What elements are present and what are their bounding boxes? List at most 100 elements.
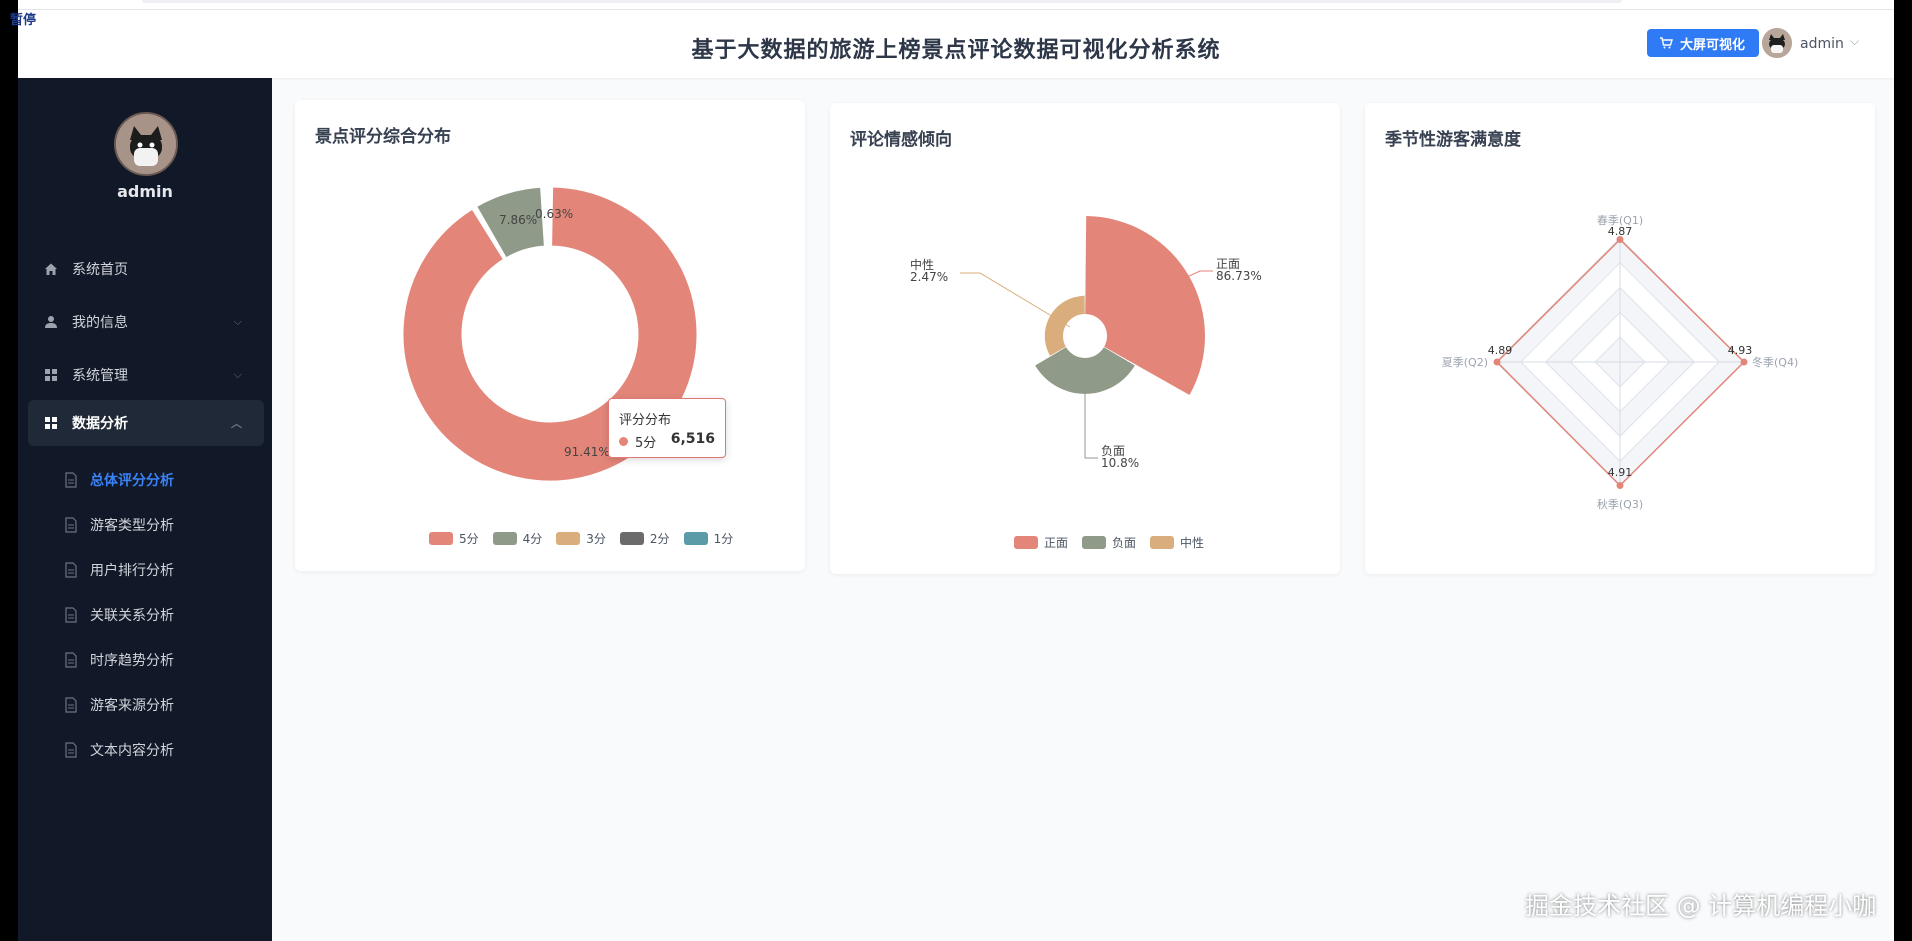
legend-label: 中性 bbox=[1180, 536, 1205, 550]
legend-item[interactable]: 负面 bbox=[1082, 534, 1136, 551]
document-icon bbox=[65, 652, 77, 668]
rating-donut-chart: 91.41% 7.86%0.63% bbox=[402, 186, 698, 482]
legend-item[interactable]: 4分 bbox=[492, 530, 543, 547]
cart-icon bbox=[1660, 37, 1673, 49]
legend-item[interactable]: 5分 bbox=[429, 530, 479, 547]
document-icon bbox=[65, 607, 77, 623]
sidebar-subitem-time-trend[interactable]: 时序趋势分析 bbox=[28, 642, 264, 678]
chevron-down-icon[interactable]: ⌵ bbox=[1850, 34, 1859, 49]
data-label: 86.73% bbox=[1216, 269, 1262, 283]
chart-legend: 正面 负面 中性 bbox=[1014, 534, 1204, 551]
data-label: 4.87 bbox=[1608, 225, 1633, 238]
legend-swatch bbox=[492, 532, 517, 545]
page-title: 基于大数据的旅游上榜景点评论数据可视化分析系统 bbox=[691, 38, 1221, 63]
legend-item[interactable]: 1分 bbox=[683, 530, 734, 547]
legend-swatch bbox=[619, 532, 644, 545]
data-label: 10.8% bbox=[1101, 456, 1139, 470]
sidebar-subitem-correlation[interactable]: 关联关系分析 bbox=[28, 597, 264, 633]
data-label: 2.47% bbox=[910, 270, 948, 284]
label-leader-line bbox=[1084, 389, 1098, 459]
legend-swatch bbox=[1082, 536, 1107, 549]
avatar[interactable] bbox=[1762, 28, 1792, 58]
browser-top-strip bbox=[18, 0, 1894, 10]
seasonal-satisfaction-card: 季节性游客满意度 春季(Q1) 4.87 冬季(Q4) 4.93 秋季(Q3) 4.91 夏… bbox=[1365, 103, 1875, 574]
chart-tooltip: 评分分布 5分 6,516 bbox=[608, 398, 726, 458]
sidebar-subitem-label: 游客类型分析 bbox=[90, 518, 174, 534]
document-icon bbox=[65, 517, 77, 533]
bigscreen-button[interactable]: 大屏可视化 bbox=[1647, 29, 1760, 57]
legend-label: 1分 bbox=[713, 532, 734, 546]
sidebar-subitem-visitor-type[interactable]: 游客类型分析 bbox=[28, 507, 264, 543]
sidebar-subitem-visitor-source[interactable]: 游客来源分析 bbox=[28, 687, 264, 723]
seasonal-radar-chart: 春季(Q1)4.87冬季(Q4)4.93秋季(Q3)4.91夏季(Q2)4.89 bbox=[1442, 214, 1799, 511]
grid-icon bbox=[42, 366, 60, 384]
legend-item[interactable]: 2分 bbox=[619, 530, 670, 547]
sidebar-subitem-user-ranking[interactable]: 用户排行分析 bbox=[28, 552, 264, 588]
sidebar-subitem-text-content[interactable]: 文本内容分析 bbox=[28, 732, 264, 768]
sidebar-item-data-analysis[interactable]: 数据分析 ︿ bbox=[28, 400, 264, 446]
axis-label: 冬季(Q4) bbox=[1752, 355, 1798, 369]
sidebar-item-label: 我的信息 bbox=[72, 315, 128, 331]
sidebar-subitem-label: 关联关系分析 bbox=[90, 608, 174, 624]
chevron-up-icon: ︿ bbox=[231, 417, 242, 430]
data-label: 4.93 bbox=[1728, 344, 1753, 357]
header: 基于大数据的旅游上榜景点评论数据可视化分析系统 大屏可视化 admin ⌵ bbox=[18, 10, 1894, 78]
sidebar-subitem-overall-rating[interactable]: 总体评分分析 bbox=[28, 462, 264, 498]
cat-avatar-icon bbox=[1762, 28, 1792, 58]
sidebar-avatar bbox=[114, 112, 178, 176]
user-icon bbox=[42, 313, 60, 331]
legend-label: 3分 bbox=[586, 532, 606, 546]
legend-label: 负面 bbox=[1112, 536, 1137, 550]
axis-label: 秋季(Q3) bbox=[1597, 497, 1643, 511]
data-label: 4.89 bbox=[1488, 344, 1513, 357]
pause-indicator: 暂停 bbox=[10, 13, 37, 28]
legend-swatch bbox=[683, 532, 708, 545]
sidebar-item-my-info[interactable]: 我的信息 ⌵ bbox=[28, 299, 264, 345]
sidebar-item-label: 数据分析 bbox=[72, 416, 128, 432]
tooltip-value: 6,516 bbox=[670, 431, 715, 447]
data-label: 91.41% bbox=[564, 445, 610, 459]
radar-point bbox=[1493, 358, 1501, 366]
sidebar-item-label: 系统管理 bbox=[72, 368, 128, 384]
legend-item[interactable]: 正面 bbox=[1014, 534, 1068, 551]
chevron-down-icon: ⌵ bbox=[233, 315, 242, 328]
document-icon bbox=[65, 697, 77, 713]
header-username[interactable]: admin bbox=[1800, 36, 1844, 52]
watermark: 掘金技术社区 @ 计算机编程小咖 bbox=[1525, 892, 1877, 920]
sidebar-item-system-management[interactable]: 系统管理 ⌵ bbox=[28, 352, 264, 398]
legend-swatch bbox=[556, 532, 581, 545]
legend-label: 4分 bbox=[522, 532, 543, 546]
document-icon bbox=[65, 562, 77, 578]
tooltip-dot bbox=[619, 437, 628, 446]
legend-swatch bbox=[429, 532, 453, 545]
sidebar-item-label: 系统首页 bbox=[72, 262, 128, 278]
radar-point bbox=[1740, 358, 1748, 366]
legend-item[interactable]: 3分 bbox=[556, 530, 606, 547]
tooltip-title: 评分分布 bbox=[619, 413, 672, 428]
legend-label: 5分 bbox=[459, 532, 479, 546]
cat-avatar-icon bbox=[116, 114, 176, 174]
sidebar: admin 系统首页 我的信息 ⌵ 系统管理 ⌵ 数据分析 ︿ 总体评分分析 游… bbox=[18, 78, 272, 941]
legend-label: 2分 bbox=[649, 532, 670, 546]
sidebar-subitem-label: 文本内容分析 bbox=[90, 743, 174, 759]
grid-icon bbox=[42, 414, 60, 432]
data-label: 7.86% bbox=[499, 213, 537, 227]
rating-distribution-card: 景点评分综合分布 91.41% 7.86% 0.63% 5分 4分 3分 2分 1分 bbox=[295, 100, 805, 571]
home-icon bbox=[42, 260, 60, 278]
sidebar-subitem-label: 总体评分分析 bbox=[90, 473, 174, 489]
data-label: 0.63% bbox=[535, 207, 573, 221]
radar-point bbox=[1616, 481, 1624, 489]
sidebar-item-home[interactable]: 系统首页 bbox=[28, 246, 264, 292]
bigscreen-label: 大屏可视化 bbox=[1680, 37, 1746, 53]
legend-swatch bbox=[1150, 536, 1175, 549]
sentiment-card: 评论情感倾向 正面 86.73% 负面 10.8% 中性 2.47% 正面 负面 中性 bbox=[830, 103, 1340, 574]
legend-label: 正面 bbox=[1044, 536, 1069, 550]
app-screen: 基于大数据的旅游上榜景点评论数据可视化分析系统 大屏可视化 admin ⌵ ad… bbox=[18, 0, 1894, 941]
sidebar-username: admin bbox=[117, 182, 173, 201]
rose-slice bbox=[1044, 295, 1085, 356]
sentiment-rose-chart: 正面86.73%负面10.8%中性2.47% bbox=[910, 216, 1262, 470]
data-label: 4.91 bbox=[1608, 466, 1633, 479]
legend-swatch bbox=[1014, 536, 1038, 549]
axis-label: 夏季(Q2) bbox=[1442, 356, 1488, 369]
legend-item[interactable]: 中性 bbox=[1150, 534, 1204, 551]
